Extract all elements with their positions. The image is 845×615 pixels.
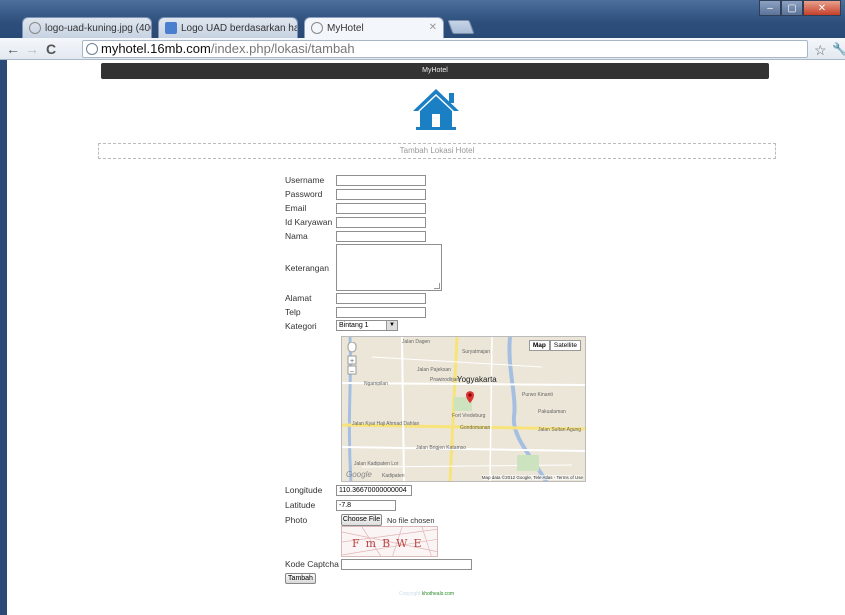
map-place-label: Jalan Dagen (402, 339, 431, 345)
tab-label: MyHotel (327, 22, 364, 34)
url-path: /index.php/lokasi/tambah (210, 41, 355, 56)
tab-logo-uad[interactable]: logo-uad-kuning.jpg (400× (22, 17, 152, 38)
footer-prefix: Copyright (399, 591, 421, 597)
maximize-button[interactable]: ▢ (781, 0, 803, 16)
latitude-field[interactable] (336, 500, 396, 511)
kategori-value: Bintang 1 (339, 322, 369, 329)
map-place-label: Jalan Kadipaten Lor (354, 461, 399, 467)
kategori-select[interactable]: Bintang 1 ▼ (336, 320, 398, 331)
google-logo: Google (346, 470, 372, 479)
map-place-label: Jalan Kyai Haji Ahmad Dahlan (352, 421, 420, 427)
email-label: Email (285, 203, 307, 213)
page-info-icon[interactable] (86, 43, 98, 55)
tab-label: logo-uad-kuning.jpg (400× (45, 22, 152, 34)
page-content: MyHotel Tambah Lokasi Hotel Username Pas… (7, 60, 845, 615)
close-icon[interactable]: ✕ (429, 22, 437, 33)
map-button[interactable]: Map (528, 340, 550, 351)
keterangan-textarea[interactable] (336, 244, 442, 291)
nama-label: Nama (285, 231, 308, 241)
close-window-button[interactable]: ✕ (803, 0, 841, 16)
captcha-field[interactable] (341, 559, 472, 570)
globe-icon (311, 22, 323, 34)
tab-myhotel[interactable]: MyHotel ✕ (304, 17, 444, 38)
home-icon (413, 89, 459, 130)
globe-icon (29, 22, 41, 34)
map-place-label: Jalan Pajeksan (417, 367, 451, 373)
site-header-bar: MyHotel (101, 63, 769, 79)
map-place-label: Pakualaman (538, 409, 566, 415)
map-place-label: Ngampilan (364, 381, 388, 387)
window-edge (0, 60, 7, 615)
captcha-image: FmBWE (341, 526, 438, 557)
latitude-label: Latitude (285, 500, 316, 510)
longitude-label: Longitude (285, 485, 323, 495)
footer: Copyright khotheals.com (399, 591, 454, 597)
section-title: Tambah Lokasi Hotel (98, 143, 776, 159)
kategori-label: Kategori (285, 321, 317, 331)
map-city-label: Yogyakarta (457, 375, 497, 384)
map-place-label: Fort Vredeburg (452, 413, 486, 419)
back-icon[interactable]: ← (6, 41, 20, 57)
svg-text:+: + (350, 358, 354, 365)
password-label: Password (285, 189, 323, 199)
map-place-label: Prawirodirjan (430, 377, 460, 383)
longitude-field[interactable] (336, 485, 412, 496)
map-place-label: Kadipaten (382, 473, 405, 479)
tambah-button[interactable]: Tambah (285, 573, 316, 584)
tab-logo-uad-search[interactable]: Logo UAD berdasarkan hal (158, 17, 298, 38)
username-label: Username (285, 175, 325, 185)
captcha-text: FmBWE (352, 537, 428, 550)
location-map[interactable]: + – Map Satellite Yogyakarta Jalan Dagen… (341, 336, 586, 482)
bookmark-star-icon[interactable]: ☆ (814, 42, 827, 59)
id-karyawan-field[interactable] (336, 217, 426, 228)
zoom-control-icon[interactable]: + – (347, 341, 357, 378)
map-place-label: Jalan Brigjen Katamso (416, 445, 467, 451)
alamat-label: Alamat (285, 293, 312, 303)
id-karyawan-label: Id Karyawan (285, 217, 333, 227)
reload-icon[interactable]: C (46, 41, 56, 57)
map-place-label: Gondomanan (460, 425, 491, 431)
file-status-text: No file chosen (387, 516, 435, 525)
choose-file-button[interactable]: Choose File (341, 514, 382, 526)
email-field[interactable] (336, 203, 426, 214)
nama-field[interactable] (336, 231, 426, 242)
map-place-label: Jalan Sultan Agung (538, 427, 582, 433)
tab-label: Logo UAD berdasarkan hal (181, 22, 298, 34)
browser-tab-strip: logo-uad-kuning.jpg (400× Logo UAD berda… (0, 0, 845, 38)
map-place-label: Suryatmajan (462, 349, 491, 355)
minimize-button[interactable]: – (759, 0, 781, 16)
new-tab-button[interactable] (447, 20, 475, 34)
satellite-button[interactable]: Satellite (549, 340, 581, 351)
url-host: myhotel.16mb.com (101, 41, 211, 56)
map-type-control: Map Satellite (528, 340, 581, 351)
browser-toolbar: ← → C myhotel.16mb.com/index.php/lokasi/… (0, 38, 845, 60)
forward-icon[interactable]: → (25, 41, 39, 57)
username-field[interactable] (336, 175, 426, 186)
alamat-field[interactable] (336, 293, 426, 304)
captcha-label: Kode Captcha : (285, 559, 344, 569)
google-icon (165, 22, 177, 34)
keterangan-label: Keterangan (285, 263, 329, 273)
footer-link[interactable]: khotheals.com (422, 591, 454, 597)
svg-text:–: – (350, 368, 354, 375)
address-bar[interactable]: myhotel.16mb.com/index.php/lokasi/tambah (82, 40, 808, 58)
resize-grip-icon[interactable] (434, 283, 440, 289)
wrench-icon[interactable]: 🔧 (832, 42, 845, 56)
telp-field[interactable] (336, 307, 426, 318)
map-zoom-control[interactable]: + – (347, 341, 357, 378)
map-place-label: Purwo Kinanti (522, 392, 553, 398)
telp-label: Telp (285, 307, 301, 317)
password-field[interactable] (336, 189, 426, 200)
window-controls: – ▢ ✕ (759, 0, 841, 16)
map-attribution[interactable]: Map data ©2012 Google, Tele Atlas - Term… (481, 475, 583, 480)
chevron-down-icon: ▼ (386, 321, 397, 330)
photo-label: Photo (285, 515, 308, 525)
